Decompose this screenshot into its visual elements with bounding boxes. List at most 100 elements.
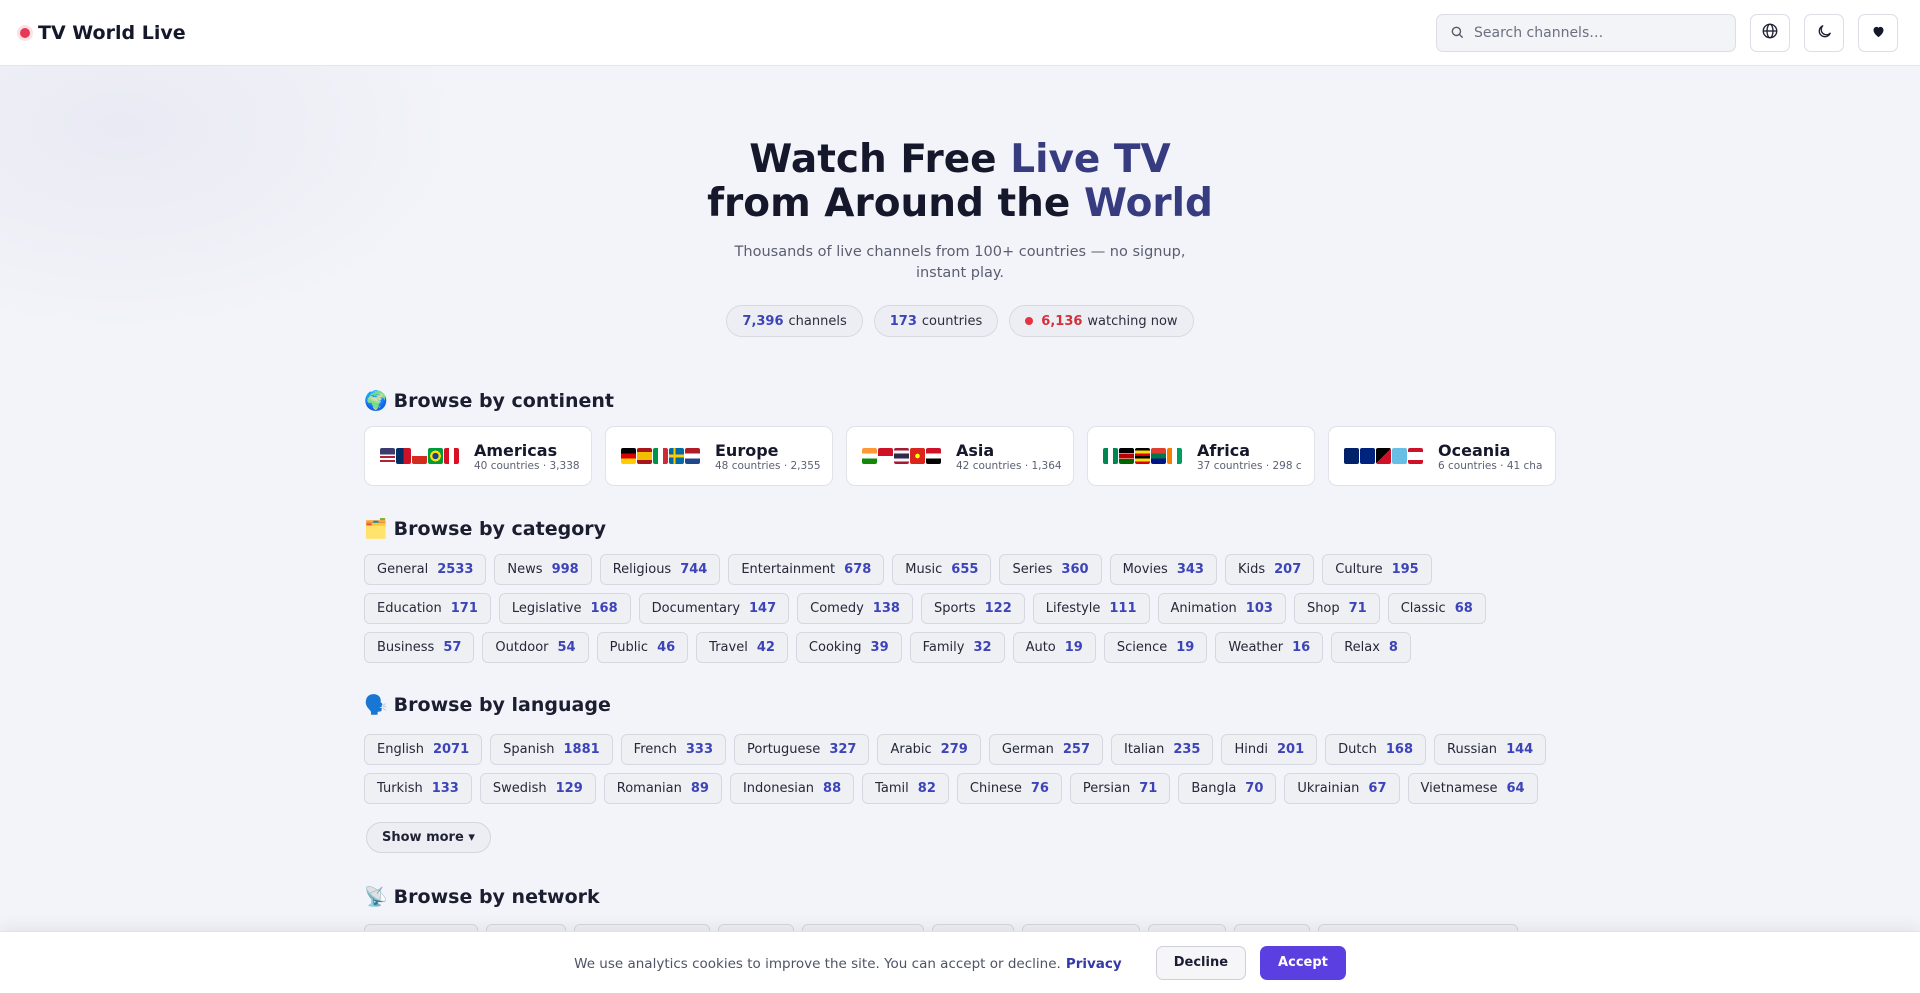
flag-th-icon: [894, 448, 909, 464]
flag-strip: [621, 448, 703, 464]
language-chip-german[interactable]: German 257: [988, 734, 1104, 765]
category-chip-kids[interactable]: Kids 207: [1224, 554, 1315, 585]
category-chip-music[interactable]: Music 655: [892, 554, 992, 585]
chip-count: 133: [431, 781, 459, 796]
language-chip-swedish[interactable]: Swedish 129: [479, 773, 596, 804]
category-chip-business[interactable]: Business 57: [364, 632, 475, 663]
flag-ng-icon: [1103, 448, 1118, 464]
category-chip-shop[interactable]: Shop 71: [1293, 593, 1380, 624]
continent-card-oceania[interactable]: Oceania 6 countries · 41 cha: [1328, 426, 1556, 486]
satellite-emoji-icon: 📡: [364, 886, 388, 908]
flag-nl-icon: [685, 448, 700, 464]
accept-button[interactable]: Accept: [1260, 945, 1346, 980]
language-chip-chinese[interactable]: Chinese 76: [956, 773, 1062, 804]
category-chip-science[interactable]: Science 19: [1103, 632, 1208, 663]
category-chip-documentary[interactable]: Documentary 147: [638, 593, 790, 624]
category-chip-series[interactable]: Series 360: [999, 554, 1102, 585]
chip-label: Tamil: [875, 781, 909, 796]
category-chip-religious[interactable]: Religious 744: [599, 554, 721, 585]
continent-card-africa[interactable]: Africa 37 countries · 298 c: [1087, 426, 1315, 486]
flag-us-icon: [380, 448, 395, 464]
category-chip-auto[interactable]: Auto 19: [1012, 632, 1096, 663]
language-button[interactable]: [1750, 14, 1790, 52]
decline-button[interactable]: Decline: [1155, 945, 1247, 980]
language-chip-italian[interactable]: Italian 235: [1111, 734, 1214, 765]
show-more-button[interactable]: Show more ▾: [366, 822, 491, 853]
theme-toggle-button[interactable]: [1804, 14, 1844, 52]
language-chip-vietnamese[interactable]: Vietnamese 64: [1407, 773, 1538, 804]
stat-value: 7,396: [742, 313, 784, 329]
chip-label: Sports: [933, 601, 976, 616]
chip-label: Relax: [1344, 640, 1380, 655]
flag-iq-icon: [926, 448, 941, 464]
category-chip-public[interactable]: Public 46: [596, 632, 689, 663]
category-chip-cooking[interactable]: Cooking 39: [795, 632, 902, 663]
flag-strip: [380, 448, 462, 464]
language-chip-turkish[interactable]: Turkish 133: [364, 773, 472, 804]
privacy-link[interactable]: Privacy: [1066, 956, 1122, 972]
category-chip-education[interactable]: Education 171: [364, 593, 491, 624]
flag-cl-icon: [412, 448, 427, 464]
chip-count: 82: [917, 781, 936, 796]
category-chip-general[interactable]: General 2533: [364, 554, 487, 585]
chip-label: Shop: [1306, 601, 1340, 616]
chip-label: Lifestyle: [1045, 601, 1101, 616]
cookie-banner: We use analytics cookies to improve the …: [0, 931, 1920, 993]
category-chip-outdoor[interactable]: Outdoor 54: [482, 632, 589, 663]
stat-channels: 7,396 channels: [726, 305, 863, 337]
stat-label: countries: [921, 313, 983, 329]
language-chip-english[interactable]: English 2071: [364, 734, 483, 765]
language-chip-french[interactable]: French 333: [620, 734, 727, 765]
category-chip-relax[interactable]: Relax 8: [1331, 632, 1411, 663]
language-chip-romanian[interactable]: Romanian 89: [603, 773, 722, 804]
chip-label: Ukrainian: [1297, 781, 1360, 796]
category-chip-legislative[interactable]: Legislative 168: [498, 593, 631, 624]
continent-card-americas[interactable]: Americas 40 countries · 3,338: [364, 426, 592, 486]
language-chip-russian[interactable]: Russian 144: [1434, 734, 1547, 765]
chip-label: Turkish: [377, 781, 423, 796]
chip-label: Religious: [612, 562, 672, 577]
chip-label: Portuguese: [747, 742, 821, 757]
chip-count: 257: [1062, 742, 1091, 757]
chip-count: 138: [872, 601, 900, 616]
category-chip-news[interactable]: News 998: [494, 554, 592, 585]
brand-logo[interactable]: TV World Live: [20, 22, 186, 44]
search-placeholder: Search channels…: [1474, 25, 1604, 41]
language-chip-dutch[interactable]: Dutch 168: [1325, 734, 1426, 765]
category-chip-animation[interactable]: Animation 103: [1157, 593, 1286, 624]
category-chip-culture[interactable]: Culture 195: [1322, 554, 1432, 585]
chip-count: 122: [984, 601, 1012, 616]
category-chip-lifestyle[interactable]: Lifestyle 111: [1032, 593, 1150, 624]
continent-card-europe[interactable]: Europe 48 countries · 2,355: [605, 426, 833, 486]
continent-card-asia[interactable]: Asia 42 countries · 1,364: [846, 426, 1074, 486]
language-chip-indonesian[interactable]: Indonesian 88: [729, 773, 855, 804]
category-chip-entertainment[interactable]: Entertainment 678: [728, 554, 885, 585]
language-chip-tamil[interactable]: Tamil 82: [862, 773, 949, 804]
chip-label: Music: [905, 562, 943, 577]
search-input[interactable]: Search channels…: [1436, 14, 1736, 52]
category-chip-weather[interactable]: Weather 16: [1215, 632, 1324, 663]
category-chip-classic[interactable]: Classic 68: [1387, 593, 1486, 624]
language-chip-portuguese[interactable]: Portuguese 327: [734, 734, 870, 765]
category-chip-family[interactable]: Family 32: [909, 632, 1005, 663]
flag-za-icon: [1151, 448, 1166, 464]
category-chip-sports[interactable]: Sports 122: [920, 593, 1025, 624]
language-chip-ukrainian[interactable]: Ukrainian 67: [1284, 773, 1400, 804]
chip-count: 195: [1391, 562, 1419, 577]
language-chip-persian[interactable]: Persian 71: [1069, 773, 1171, 804]
chip-count: 39: [870, 640, 889, 655]
flag-do-icon: [396, 448, 411, 464]
category-chip-comedy[interactable]: Comedy 138: [797, 593, 913, 624]
section-title-text: Browse by continent: [393, 389, 614, 412]
hero-title-accent: World: [1083, 181, 1213, 226]
favorites-button[interactable]: [1858, 14, 1898, 52]
category-chip-movies[interactable]: Movies 343: [1109, 554, 1217, 585]
language-chip-spanish[interactable]: Spanish 1881: [490, 734, 613, 765]
flag-it-icon: [653, 448, 668, 464]
chip-label: Series: [1012, 562, 1053, 577]
language-chip-hindi[interactable]: Hindi 201: [1221, 734, 1318, 765]
language-chip-bangla[interactable]: Bangla 70: [1178, 773, 1277, 804]
category-chip-travel[interactable]: Travel 42: [696, 632, 788, 663]
hero-title: Watch Free Live TV from Around the World: [0, 138, 1920, 226]
language-chip-arabic[interactable]: Arabic 279: [877, 734, 981, 765]
